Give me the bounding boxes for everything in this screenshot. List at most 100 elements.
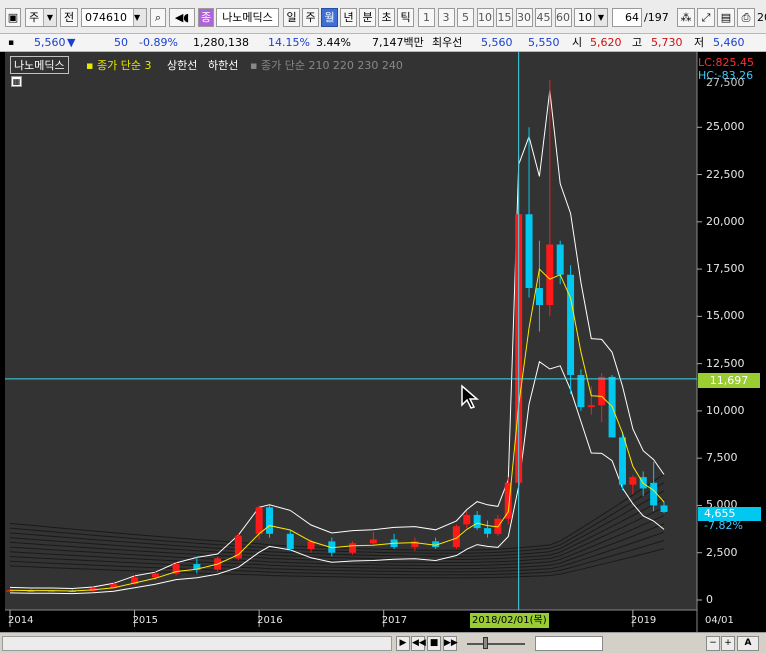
interval-button-30[interactable]: 30	[515, 8, 533, 27]
y-tick-top: 27,500	[706, 76, 745, 89]
candle-body-32	[556, 244, 564, 275]
low-price: 5,460	[713, 36, 745, 49]
candle-body-41	[650, 482, 658, 506]
auto-scale-button[interactable]: A	[737, 636, 759, 651]
page-input[interactable]: 64	[612, 8, 642, 27]
interval-button-60[interactable]: 60	[554, 8, 572, 27]
current-price: 5,560	[34, 36, 66, 49]
price-chart[interactable]: 나노메딕스 ▪ 종가 단순 3 상한선 하한선 ▪ 종가 단순 210 220 …	[0, 52, 766, 632]
chart-toolbar: ▣ 주 ▼ 전 074610 ▼ ⌕ ◀◖ 종 나노메딕스 일주월년분초틱 1351…	[0, 0, 766, 34]
candle-body-24	[473, 514, 481, 529]
search-icon[interactable]: ⌕	[150, 8, 166, 27]
x-right-label: 04/01	[705, 615, 734, 626]
interval-button-10[interactable]: 10	[476, 8, 494, 27]
stop-icon[interactable]: ■	[427, 636, 441, 651]
interval-button-5[interactable]: 5	[457, 8, 474, 27]
quote-bar: ▪ 5,560 ▼ 50 -0.89% 1,280,138 14.15% 3.4…	[0, 34, 766, 52]
stock-code-input[interactable]: 074610 ▼	[81, 8, 147, 27]
zoom-in-icon[interactable]: +	[721, 636, 735, 651]
tab-period-0[interactable]: 일	[283, 8, 300, 27]
window-icon[interactable]: ▣	[5, 8, 21, 27]
down-arrow-icon: ▼	[67, 36, 76, 49]
sound-icon[interactable]: ◀◖	[169, 8, 195, 27]
open-price: 5,620	[590, 36, 622, 49]
candle-body-23	[463, 514, 471, 525]
y-tick-5: 12,500	[706, 356, 745, 370]
candle-body-17	[349, 543, 357, 553]
range-button[interactable]: 전	[60, 8, 78, 27]
candle-body-30	[535, 288, 543, 306]
trade-amount: 7,147백만	[372, 36, 424, 49]
priority-bid: 5,550	[528, 36, 560, 49]
forward-icon[interactable]: ▶▶	[443, 636, 458, 651]
y-tick-0: 25,000	[706, 120, 745, 134]
legend-upper[interactable]: 상한선	[167, 57, 197, 73]
x-tick-0: 2014	[8, 615, 34, 626]
tick-icon: ▪	[8, 38, 15, 48]
ratio-pct: 3.44%	[316, 36, 351, 49]
candle-body-35	[587, 405, 595, 408]
candle-body-36	[598, 376, 606, 406]
stock-name-display: 나노메딕스	[216, 8, 279, 27]
high-price: 5,730	[651, 36, 683, 49]
x-tick-1: 2015	[132, 615, 159, 626]
price-change-pct: -0.89%	[139, 36, 178, 49]
y-tick-10: 0	[706, 593, 713, 606]
market-type-select[interactable]: 주 ▼	[25, 8, 57, 27]
tab-period-2[interactable]: 월	[321, 8, 338, 27]
legend-lower[interactable]: 하한선	[208, 57, 238, 73]
legend-ma-long[interactable]: ▪ 종가 단순 210 220 230 240	[250, 57, 403, 73]
page-total: /197	[644, 11, 669, 24]
stock-code-value: 074610	[85, 11, 127, 24]
favorite-icon[interactable]: 종	[198, 8, 214, 27]
candle-body-29	[525, 214, 533, 288]
interval-button-1[interactable]: 1	[418, 8, 435, 27]
x-tick-3: 2017	[381, 615, 408, 626]
legend-dot-icon: ▪	[250, 59, 258, 72]
zoom-slider-thumb[interactable]	[483, 637, 488, 649]
candle-body-33	[567, 274, 575, 375]
price-change: 50	[114, 36, 128, 49]
interval-button-3[interactable]: 3	[437, 8, 455, 27]
candle-body-39	[629, 477, 637, 485]
interval-select[interactable]: 10 ▼	[574, 8, 608, 27]
candle-body-12	[255, 507, 263, 534]
tab-period-4[interactable]: 분	[359, 8, 376, 27]
low-label: 저	[694, 36, 705, 49]
x-tick-4: 2019	[630, 615, 657, 626]
priority-ask: 5,560	[481, 36, 513, 49]
timeline-bar[interactable]	[535, 636, 603, 651]
y-tick-3: 17,500	[706, 262, 745, 276]
open-label: 시	[572, 36, 583, 49]
tab-period-1[interactable]: 주	[302, 8, 319, 27]
print-icon[interactable]: ⎙	[737, 8, 755, 27]
interval-button-15[interactable]: 15	[496, 8, 513, 27]
scale-icon[interactable]: ⤢	[697, 8, 715, 27]
candle-body-7	[151, 573, 159, 578]
candle-body-38	[618, 437, 626, 485]
turnover-pct: 14.15%	[268, 36, 310, 49]
chevron-down-icon: ▼	[133, 9, 146, 26]
high-label: 고	[632, 36, 643, 49]
scroll-right-icon[interactable]: ▶	[396, 636, 410, 651]
horizontal-scrollbar[interactable]	[2, 636, 392, 651]
y-tick-6: 10,000	[706, 403, 745, 417]
grid-icon[interactable]: ⁂	[677, 8, 695, 27]
tab-period-3[interactable]: 년	[340, 8, 357, 27]
table-icon[interactable]: ▦	[11, 76, 22, 87]
tab-period-5[interactable]: 초	[378, 8, 395, 27]
tab-period-6[interactable]: 틱	[397, 8, 414, 27]
candle-body-25	[484, 528, 492, 534]
lc-label: LC:825.45	[698, 56, 755, 69]
chart-canvas[interactable]	[0, 52, 766, 632]
save-icon[interactable]: ▤	[717, 8, 735, 27]
zoom-slider[interactable]	[463, 636, 529, 651]
interval-button-45[interactable]: 45	[535, 8, 552, 27]
legend-ma-long-label: 종가 단순 210 220 230 240	[260, 59, 403, 72]
legend-stock-name[interactable]: 나노메딕스	[10, 56, 69, 74]
legend-ma-short[interactable]: ▪ 종가 단순 3	[86, 57, 151, 73]
y-tick-4: 15,000	[706, 309, 745, 323]
mouse-cursor-icon	[461, 384, 480, 409]
rewind-icon[interactable]: ◀◀	[411, 636, 426, 651]
zoom-out-icon[interactable]: −	[706, 636, 720, 651]
